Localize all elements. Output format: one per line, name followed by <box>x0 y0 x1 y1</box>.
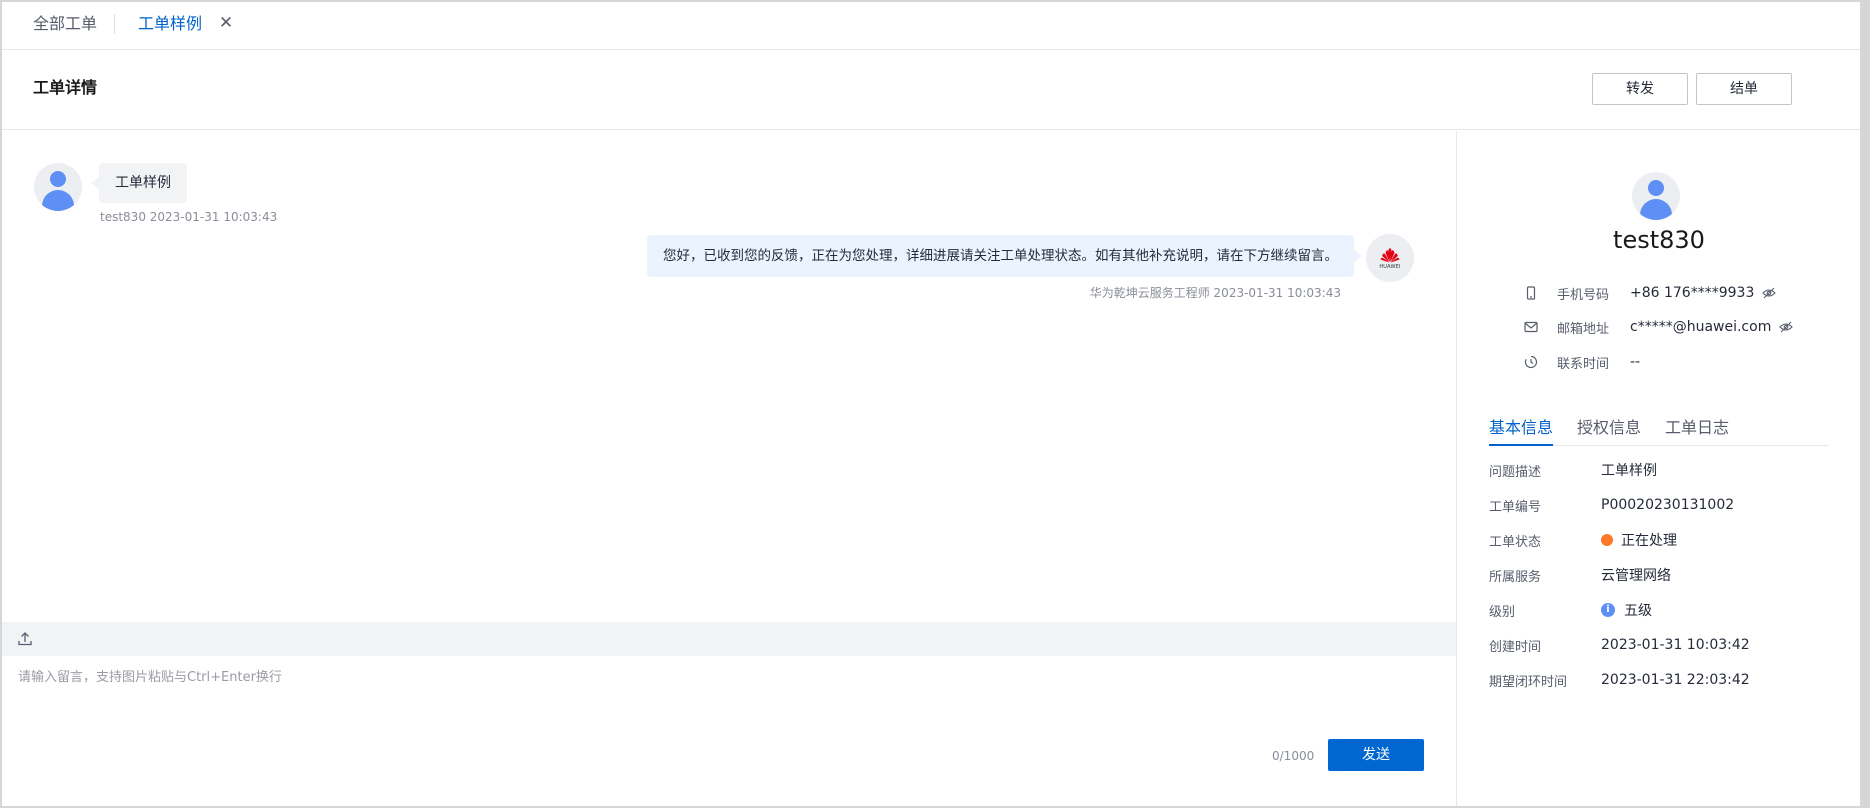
eye-off-icon[interactable] <box>1762 287 1777 299</box>
info-row-created: 创建时间 2023-01-31 10:03:42 <box>1489 635 1750 655</box>
status-label: 工单状态 <box>1489 534 1542 550</box>
info-row-problem: 问题描述 工单样例 <box>1489 460 1657 480</box>
engineer-message-bubble: 您好，已收到您的反馈，正在为您处理，详细进展请关注工单处理状态。如有其他补充说明… <box>647 235 1362 277</box>
expected-close-value: 2023-01-31 22:03:42 <box>1601 672 1750 688</box>
status-text: 正在处理 <box>1621 533 1677 549</box>
user-avatar <box>34 163 82 211</box>
problem-value: 工单样例 <box>1601 463 1657 479</box>
user-message-bubble: 工单样例 <box>91 163 187 203</box>
email-value: c*****@huawei.com <box>1630 319 1772 335</box>
tab-all-orders[interactable]: 全部工单 <box>33 14 97 34</box>
service-label: 所属服务 <box>1489 569 1542 585</box>
upload-icon[interactable] <box>16 630 34 648</box>
email-row: 邮箱地址 c*****@huawei.com <box>1523 317 1794 337</box>
phone-value: +86 176****9933 <box>1630 285 1755 301</box>
clock-icon <box>1523 354 1539 370</box>
mail-icon <box>1523 319 1539 335</box>
user-message-meta: test830 2023-01-31 10:03:43 <box>100 210 278 224</box>
char-counter: 0/1000 <box>1272 749 1315 763</box>
info-row-level: 级别 i 五级 <box>1489 600 1652 620</box>
phone-label: 手机号码 <box>1557 287 1610 303</box>
detail-tabs: 基本信息 授权信息 工单日志 <box>1489 416 1829 446</box>
order-no-label: 工单编号 <box>1489 499 1542 515</box>
phone-icon <box>1523 285 1539 301</box>
page-header: 工单详情 转发 结单 <box>2 50 1860 130</box>
info-row-status: 工单状态 正在处理 <box>1489 530 1677 550</box>
tab-bar: 全部工单 工单样例 ✕ <box>2 2 1860 50</box>
status-dot-icon <box>1601 534 1613 546</box>
email-label: 邮箱地址 <box>1557 321 1610 337</box>
page-title: 工单详情 <box>33 78 98 97</box>
tab-order-log[interactable]: 工单日志 <box>1665 416 1729 440</box>
tab-divider <box>114 14 115 34</box>
send-button[interactable]: 发送 <box>1328 739 1424 771</box>
phone-row: 手机号码 +86 176****9933 <box>1523 283 1777 303</box>
expected-close-label: 期望闭环时间 <box>1489 674 1568 690</box>
problem-label: 问题描述 <box>1489 464 1542 480</box>
close-icon[interactable]: ✕ <box>217 14 235 32</box>
engineer-message-meta: 华为乾坤云服务工程师 2023-01-31 10:03:43 <box>1089 286 1341 300</box>
status-value: 正在处理 <box>1601 530 1677 550</box>
info-row-order-no: 工单编号 P00020230131002 <box>1489 495 1734 515</box>
tab-current-order[interactable]: 工单样例 <box>138 14 202 34</box>
forward-button[interactable]: 转发 <box>1592 73 1688 105</box>
info-row-expected-close: 期望闭环时间 2023-01-31 22:03:42 <box>1489 670 1750 690</box>
message-input-area: 0/1000 发送 <box>2 656 1456 806</box>
level-label: 级别 <box>1489 604 1516 620</box>
customer-avatar <box>1632 172 1680 220</box>
order-info-panel: test830 手机号码 +86 176****9933 邮箱地址 c*****… <box>1456 131 1860 806</box>
level-value: i 五级 <box>1601 600 1652 620</box>
customer-name: test830 <box>1613 226 1705 254</box>
input-toolbar <box>2 622 1456 656</box>
order-no-value: P00020230131002 <box>1601 497 1735 513</box>
service-value: 云管理网络 <box>1601 568 1671 584</box>
huawei-logo-icon: HUAWEI <box>1366 234 1414 282</box>
level-text: 五级 <box>1624 603 1652 619</box>
info-row-service: 所属服务 云管理网络 <box>1489 565 1671 585</box>
created-value: 2023-01-31 10:03:42 <box>1601 637 1750 653</box>
eye-off-icon[interactable] <box>1779 321 1794 333</box>
contact-time-value: -- <box>1630 354 1641 370</box>
chat-area: 工单样例 test830 2023-01-31 10:03:43 您好，已收到您… <box>2 131 1456 622</box>
contact-time-row: 联系时间 -- <box>1523 352 1640 372</box>
info-icon: i <box>1601 603 1615 617</box>
tab-basic-info[interactable]: 基本信息 <box>1489 416 1554 446</box>
created-label: 创建时间 <box>1489 639 1542 655</box>
tab-authorization-info[interactable]: 授权信息 <box>1577 416 1641 440</box>
close-order-button[interactable]: 结单 <box>1696 73 1792 105</box>
contact-time-label: 联系时间 <box>1557 356 1610 372</box>
message-input[interactable] <box>18 666 1418 726</box>
